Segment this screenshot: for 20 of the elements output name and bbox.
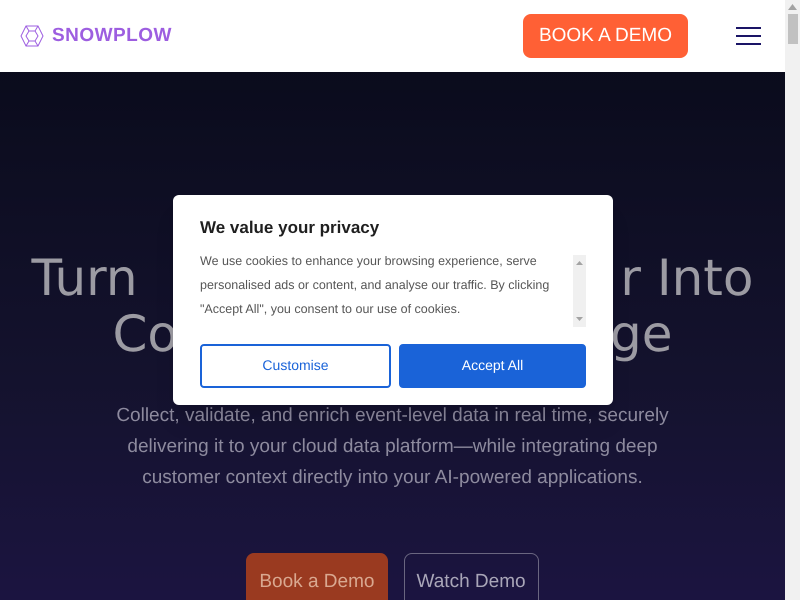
hero-heading: Turn: [32, 250, 138, 306]
scroll-up-icon[interactable]: [576, 260, 583, 264]
menu-icon[interactable]: [736, 27, 761, 45]
hero-button[interactable]: Book a Demo: [246, 553, 388, 600]
scroll-up-icon[interactable]: [788, 4, 797, 10]
hexagon-logo-icon: [20, 25, 44, 47]
hero-button[interactable]: Watch Demo: [404, 553, 539, 600]
dialog-body: We use cookies to enhance your browsing experience, serve personalised ads or content, and analyse our traffic. By clicking "Accept All", you consent to our use of cookies.: [200, 252, 550, 318]
hero-heading: Co: [112, 306, 178, 362]
scrollbar-thumb[interactable]: [788, 14, 798, 44]
hero-heading: ge: [610, 306, 672, 362]
dialog-title: We value your privacy: [200, 217, 380, 239]
brand-name: SNOWPLOW: [52, 24, 172, 48]
hero-heading: r Into: [620, 250, 754, 306]
consent-button[interactable]: Accept All: [399, 344, 586, 388]
text-scrollbar[interactable]: [573, 254, 586, 326]
consent-button[interactable]: Customise: [200, 344, 391, 388]
hero-subtitle: Collect, validate, and enrich event-level data in real time, securely delivering it to your cloud data platform—while integrating deep customer context directly into your AI-powered applications.: [115, 404, 670, 490]
scroll-down-icon[interactable]: [576, 316, 583, 320]
book-demo-button[interactable]: BOOK A DEMO: [522, 14, 688, 58]
